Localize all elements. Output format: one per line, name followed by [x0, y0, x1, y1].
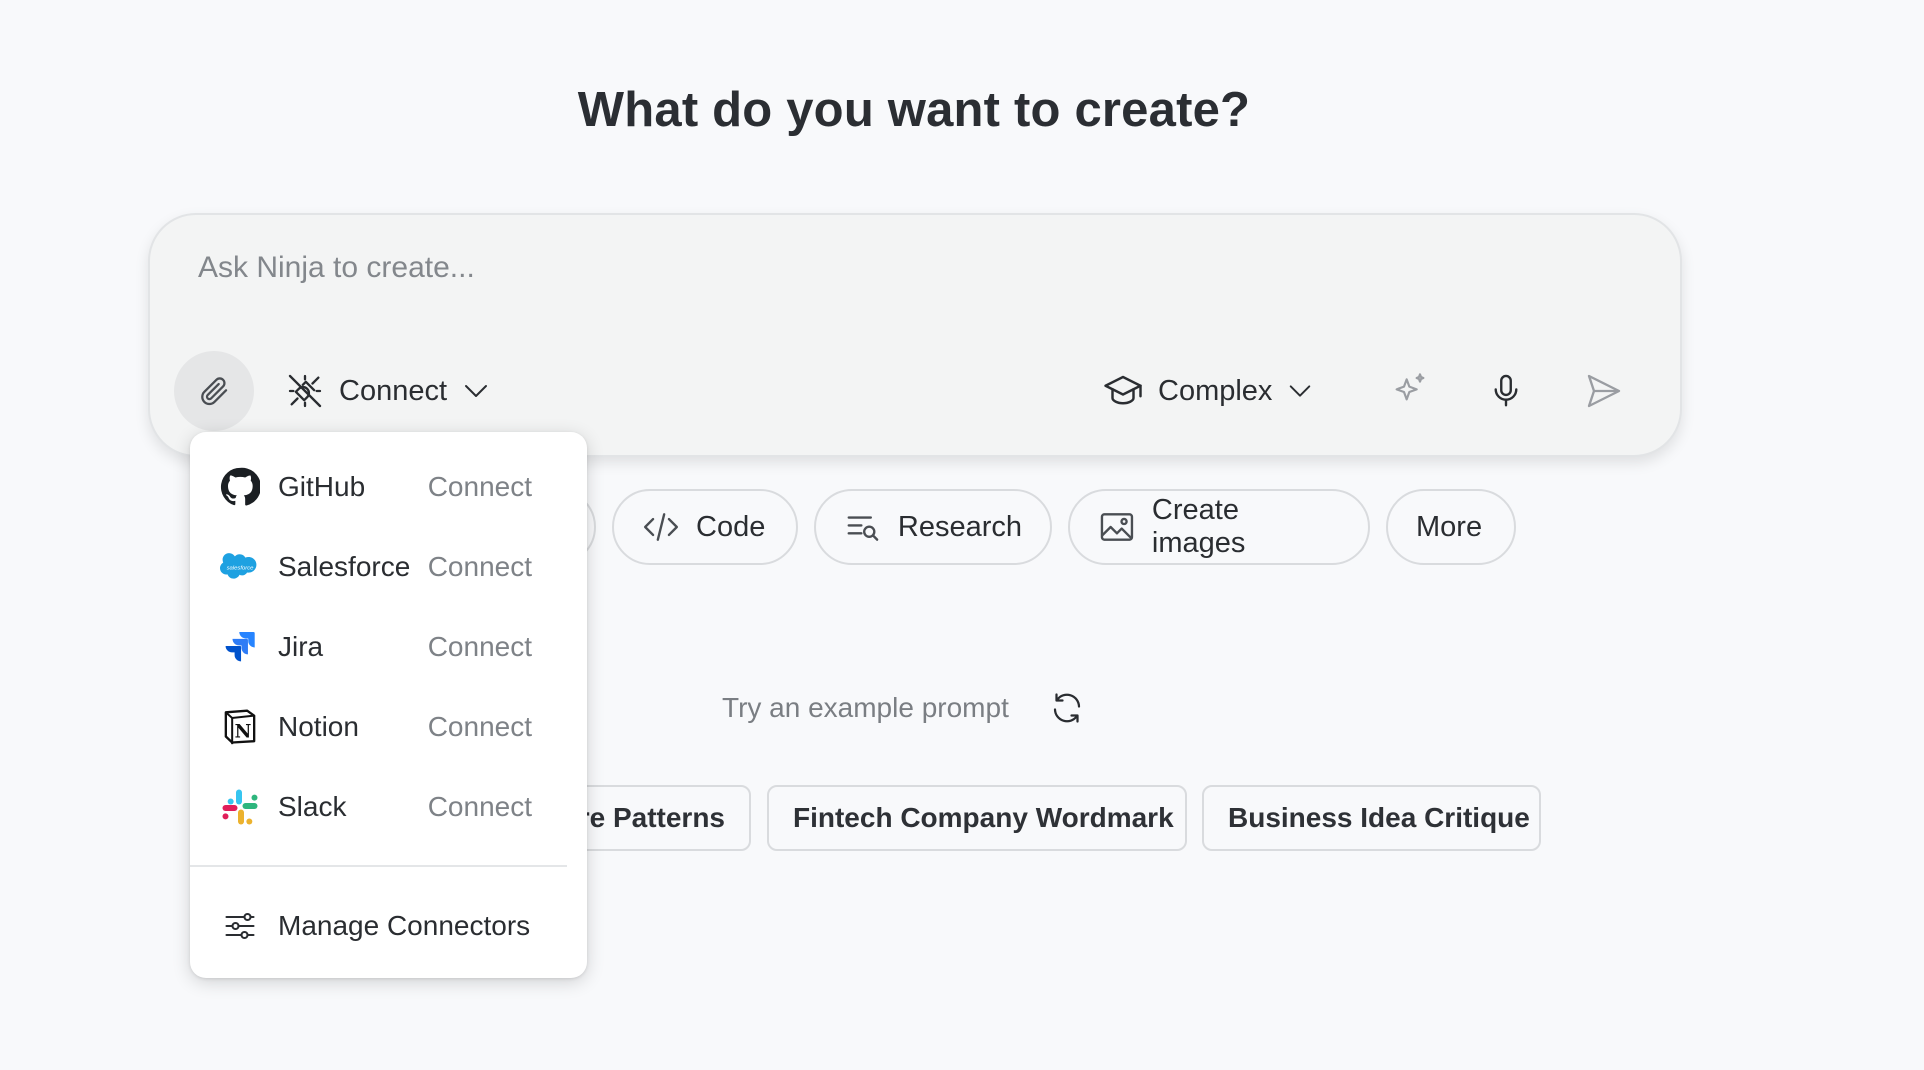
slack-icon: [220, 787, 260, 827]
graduation-cap-icon: [1104, 375, 1142, 405]
example-prompt-label: Try an example prompt: [722, 692, 1009, 723]
prompt-input[interactable]: [196, 245, 1400, 291]
send-button[interactable]: [1578, 365, 1630, 417]
create-images-chip[interactable]: Create images: [1068, 489, 1370, 565]
connect-dropdown-button[interactable]: Connect: [285, 365, 491, 417]
connect-link[interactable]: Connect: [428, 631, 532, 663]
example-prompt-text: re Patterns: [578, 802, 725, 833]
example-prompt-text: Fintech Company Wordmark: [793, 802, 1174, 833]
example-prompt-chip[interactable]: Business Idea Critique: [1202, 785, 1541, 851]
connectors-dropdown: GitHub Connect salesforce Salesforce Con…: [190, 432, 587, 978]
attach-button[interactable]: [174, 351, 254, 431]
prompt-composer: Connect Complex: [148, 213, 1682, 457]
connector-item-github[interactable]: GitHub Connect: [190, 447, 587, 527]
connect-link[interactable]: Connect: [428, 711, 532, 743]
image-icon: [1100, 513, 1134, 541]
example-prompt-header: Try an example prompt: [722, 690, 1085, 726]
enhance-prompt-button[interactable]: [1384, 365, 1436, 417]
notion-icon: N: [220, 707, 260, 747]
research-icon: [847, 516, 879, 541]
more-chip[interactable]: More: [1386, 489, 1516, 565]
mode-label: Complex: [1158, 374, 1273, 407]
create-images-chip-label: Create images: [1151, 494, 1246, 559]
connector-item-jira[interactable]: Jira Connect: [190, 607, 587, 687]
send-icon: [1587, 374, 1621, 408]
connector-name: GitHub: [278, 471, 366, 502]
chevron-down-icon: [1290, 385, 1311, 397]
example-prompt-chip[interactable]: re Patterns: [566, 785, 751, 851]
sparkle-icon: [1395, 373, 1425, 401]
example-prompt-chip[interactable]: Fintech Company Wordmark: [767, 785, 1187, 851]
microphone-icon: [1494, 374, 1518, 407]
example-prompt-text: Business Idea Critique: [1228, 802, 1530, 833]
code-chip-label: Code: [696, 510, 766, 543]
code-icon: [643, 513, 679, 541]
connect-link[interactable]: Connect: [428, 471, 532, 503]
voice-input-button[interactable]: [1480, 365, 1532, 417]
salesforce-logo-text: salesforce: [227, 565, 255, 571]
connector-name: Notion: [278, 711, 359, 742]
github-icon: [220, 467, 260, 507]
salesforce-icon: salesforce: [220, 547, 260, 587]
connector-item-salesforce[interactable]: salesforce Salesforce Connect: [190, 527, 587, 607]
connector-item-slack[interactable]: Slack Connect: [190, 767, 587, 847]
menu-divider: [190, 865, 567, 867]
more-chip-label: More: [1416, 510, 1483, 543]
connector-name: Jira: [278, 631, 324, 662]
mode-dropdown-button[interactable]: Complex: [1102, 365, 1314, 417]
connector-name: Salesforce: [278, 551, 411, 582]
connect-link[interactable]: Connect: [428, 551, 532, 583]
page-title: What do you want to create?: [577, 83, 1251, 137]
paperclip-icon: [201, 377, 228, 406]
connector-name: Slack: [278, 791, 347, 822]
connect-link[interactable]: Connect: [428, 791, 532, 823]
research-chip-label: Research: [897, 510, 1022, 543]
notion-logo-text: N: [235, 721, 252, 742]
chevron-down-icon: [465, 385, 488, 397]
connector-item-notion[interactable]: N Notion Connect: [190, 687, 587, 767]
plug-disconnected-icon: [288, 374, 322, 408]
research-chip[interactable]: Research: [814, 489, 1052, 565]
manage-connectors-label: Manage Connectors: [278, 910, 531, 941]
code-chip[interactable]: Code: [612, 489, 798, 565]
jira-icon: [220, 627, 260, 667]
manage-connectors-item[interactable]: Manage Connectors: [190, 883, 587, 969]
refresh-icon[interactable]: [1049, 690, 1085, 726]
connect-label: Connect: [339, 374, 448, 407]
sliders-icon: [220, 906, 260, 946]
